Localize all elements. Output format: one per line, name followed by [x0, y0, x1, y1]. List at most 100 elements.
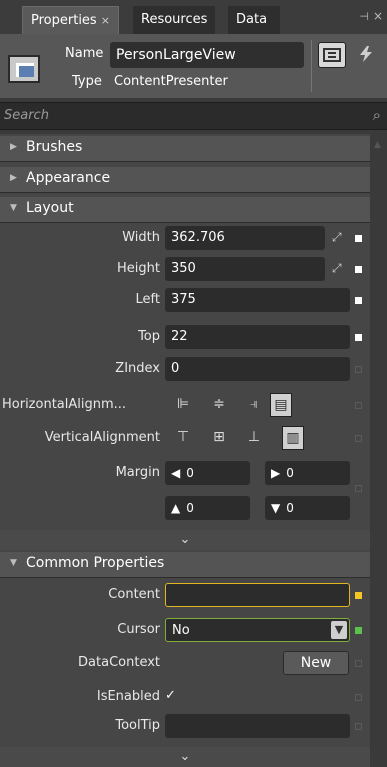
left-row: Left 375 [0, 288, 370, 314]
horizontal-alignment-row: HorizontalAlignm... ⊫ ≑ ⫣ ▤ [0, 393, 370, 419]
chevron-down-icon: ⌄ [179, 749, 191, 764]
align-middle-icon: ⊞ [213, 429, 225, 445]
advanced-options-marker[interactable] [355, 723, 362, 730]
advanced-options-marker[interactable] [355, 334, 362, 341]
expand-triangle-icon: ▶ [10, 142, 17, 152]
cursor-value: No [172, 623, 190, 638]
zindex-input[interactable]: 0 [165, 357, 350, 381]
section-brushes[interactable]: ▶ Brushes [0, 136, 370, 162]
common-more-button[interactable]: ⌄ [0, 747, 370, 767]
isenabled-checkbox[interactable]: ✓ [165, 688, 176, 703]
margin-label: Margin [115, 465, 160, 480]
datacontext-row: DataContext New [0, 651, 370, 677]
arrow-up-icon: ▲ [171, 501, 181, 515]
tab-data[interactable]: Data [228, 6, 280, 34]
align-top-icon: ⊤ [176, 429, 190, 445]
left-input[interactable]: 375 [165, 288, 350, 312]
section-layout-label: Layout [26, 200, 74, 216]
advanced-options-marker[interactable] [355, 660, 362, 667]
margin-top-value: 0 [186, 501, 194, 515]
align-vertical-stretch-button[interactable]: ▥ [282, 426, 304, 450]
top-label: Top [138, 329, 160, 344]
tab-data-label: Data [236, 12, 268, 27]
name-label: Name [65, 46, 104, 61]
section-layout[interactable]: ▼ Layout [0, 197, 370, 223]
align-stretch-icon: ▤ [274, 397, 288, 413]
tab-resources[interactable]: Resources [133, 6, 216, 34]
advanced-options-marker[interactable] [355, 297, 362, 304]
margin-right-input[interactable]: ▶ 0 [265, 461, 350, 485]
top-input[interactable]: 22 [165, 325, 350, 349]
advanced-options-marker[interactable] [355, 366, 362, 373]
left-label: Left [135, 292, 160, 307]
align-left-button[interactable]: ⊫ [172, 393, 194, 417]
resource-marker[interactable] [355, 627, 362, 634]
scroll-up-icon[interactable]: ▲ [374, 140, 381, 150]
height-input[interactable]: 350 [165, 257, 325, 281]
properties-view-button[interactable] [318, 42, 346, 68]
content-presenter-icon [8, 55, 40, 83]
search-input[interactable]: Search [4, 108, 49, 123]
align-top-button[interactable]: ⊤ [172, 426, 194, 450]
align-vertical-stretch-icon: ▥ [286, 430, 300, 446]
search-bar[interactable]: Search ⌕ [0, 102, 387, 130]
collapse-triangle-icon: ▼ [10, 558, 17, 568]
tab-resources-label: Resources [141, 12, 208, 27]
events-view-button[interactable] [352, 42, 380, 68]
margin-top-input[interactable]: ▲ 0 [165, 496, 250, 520]
collapse-triangle-icon: ▼ [10, 203, 17, 213]
auto-size-icon[interactable]: ⤢ [332, 230, 342, 245]
advanced-options-marker[interactable] [355, 435, 362, 442]
header-divider [311, 40, 312, 92]
advanced-options-marker[interactable] [355, 402, 362, 409]
tooltip-input[interactable] [165, 714, 350, 738]
pin-icon[interactable]: ⊣ [359, 10, 369, 23]
advanced-options-marker[interactable] [355, 694, 362, 701]
cursor-select[interactable]: No ▼ [165, 618, 350, 642]
align-left-icon: ⊫ [176, 396, 190, 412]
content-input[interactable] [165, 583, 350, 607]
databinding-marker[interactable] [355, 592, 362, 599]
align-bottom-button[interactable]: ⊥ [243, 426, 265, 450]
width-row: Width 362.706 ⤢ [0, 226, 370, 252]
arrow-left-icon: ◀ [171, 466, 181, 480]
cursor-row: Cursor No ▼ [0, 618, 370, 644]
name-field[interactable]: PersonLargeView [110, 42, 304, 68]
layout-more-button[interactable]: ⌄ [0, 530, 370, 550]
search-icon[interactable]: ⌕ [373, 106, 381, 124]
margin-bottom-input[interactable]: ▼ 0 [265, 496, 350, 520]
close-icon[interactable]: × [101, 14, 110, 27]
type-label: Type [72, 74, 102, 89]
type-value: ContentPresenter [114, 74, 228, 89]
align-stretch-button[interactable]: ▤ [270, 393, 292, 417]
margin-right-value: 0 [286, 466, 294, 480]
margin-left-input[interactable]: ◀ 0 [165, 461, 250, 485]
cursor-label: Cursor [117, 622, 160, 637]
advanced-options-marker[interactable] [355, 235, 362, 242]
auto-size-icon[interactable]: ⤢ [332, 261, 342, 276]
vertical-alignment-label: VerticalAlignment [44, 430, 160, 445]
align-right-button[interactable]: ⫣ [243, 393, 265, 417]
align-center-icon: ≑ [213, 396, 225, 412]
horizontal-alignment-label: HorizontalAlignm... [2, 397, 127, 412]
lightning-icon [360, 46, 372, 62]
close-panel-icon[interactable]: × [373, 9, 383, 23]
align-center-button[interactable]: ≑ [208, 393, 230, 417]
chevron-down-icon: ⌄ [179, 532, 191, 547]
new-datacontext-button[interactable]: New [283, 651, 349, 675]
section-common-label: Common Properties [26, 555, 165, 571]
margin-row-2: ▲ 0 ▼ 0 [0, 496, 370, 522]
chevron-down-icon[interactable]: ▼ [331, 621, 347, 639]
advanced-options-marker[interactable] [355, 485, 362, 492]
advanced-options-marker[interactable] [355, 266, 362, 273]
tab-properties[interactable]: Properties × [22, 6, 119, 34]
datacontext-label: DataContext [78, 655, 160, 670]
section-appearance-label: Appearance [26, 170, 111, 186]
width-input[interactable]: 362.706 [165, 226, 325, 250]
tooltip-row: ToolTip [0, 714, 370, 740]
section-common-properties[interactable]: ▼ Common Properties [0, 552, 370, 578]
align-middle-button[interactable]: ⊞ [208, 426, 230, 450]
expand-triangle-icon: ▶ [10, 173, 17, 183]
vertical-scrollbar[interactable]: ▲ [370, 134, 387, 767]
section-appearance[interactable]: ▶ Appearance [0, 167, 370, 193]
